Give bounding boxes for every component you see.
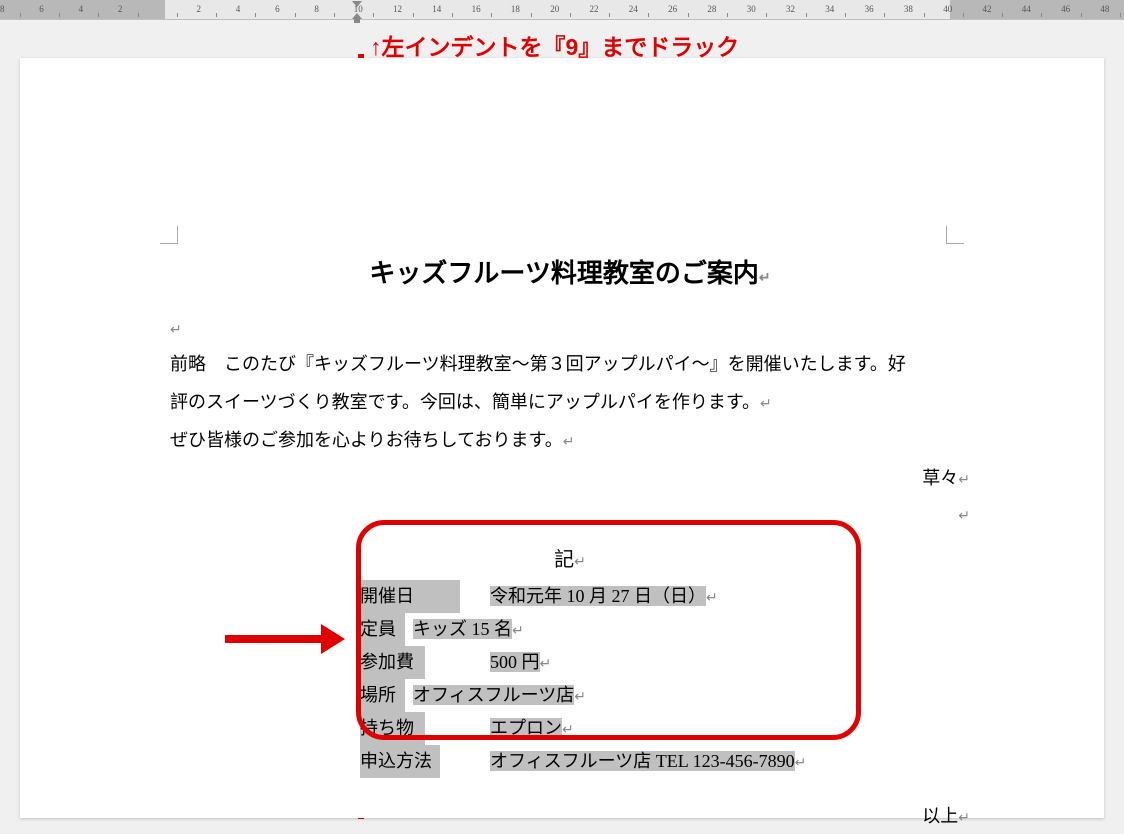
- ruler-tick: [609, 13, 610, 17]
- ruler-number: 8: [314, 4, 319, 14]
- ruler-tick: [1002, 13, 1003, 17]
- margin-corner-tr: [946, 226, 964, 244]
- ruler-tick: [373, 13, 374, 17]
- ruler-number: 16: [472, 4, 481, 14]
- ruler-tick: [295, 13, 296, 17]
- left-indent-icon[interactable]: [354, 19, 360, 23]
- ruler-number: 6: [39, 4, 44, 14]
- ruler-number: 42: [983, 4, 992, 14]
- ruler-number: 20: [550, 4, 559, 14]
- ruler-number: 24: [629, 4, 638, 14]
- instruction-annotation: ↑左インデントを『9』までドラック: [370, 28, 739, 62]
- body-line-2[interactable]: 評のスイーツづくり教室です。今回は、簡単にアップルパイを作ります。↵: [170, 384, 970, 420]
- empty-line-2[interactable]: ↵: [170, 496, 970, 522]
- ruler-tick: [334, 13, 335, 17]
- highlight-arrow: [225, 628, 345, 648]
- detail-row-fee[interactable]: 参加費500 円↵: [360, 646, 970, 679]
- ruler-number: 34: [825, 4, 834, 14]
- detail-row-application[interactable]: 申込方法オフィスフルーツ店 TEL 123-456-7890↵: [360, 745, 970, 778]
- ruler-tick: [727, 13, 728, 17]
- ruler-tick: [884, 13, 885, 17]
- body-line-3[interactable]: ぜひ皆様のご参加を心よりお待ちしております。↵: [170, 422, 970, 458]
- ki-heading[interactable]: 記↵: [170, 540, 970, 580]
- ruler-tick: [924, 13, 925, 17]
- ruler-number: 40: [943, 4, 952, 14]
- ruler-tick: [216, 13, 217, 17]
- ruler-number: 2: [118, 4, 123, 14]
- ruler-tick: [138, 13, 139, 17]
- ruler-tick: [1120, 13, 1121, 17]
- document-title[interactable]: キッズフルーツ料理教室のご案内↵: [170, 248, 970, 300]
- ruler-margin-right: [950, 0, 1124, 19]
- ruler-number: 12: [393, 4, 402, 14]
- detail-row-capacity[interactable]: 定員キッズ 15 名↵: [360, 613, 970, 646]
- ruler-tick: [59, 13, 60, 17]
- ruler-number: 2: [197, 4, 202, 14]
- horizontal-ruler[interactable]: 8642246810121416182022242628303234363840…: [0, 0, 1124, 20]
- ruler-tick: [98, 13, 99, 17]
- ruler-number: 44: [1022, 4, 1031, 14]
- ruler-tick: [963, 13, 964, 17]
- ruler-number: 6: [275, 4, 280, 14]
- ruler-tick: [766, 13, 767, 17]
- ruler-number: 38: [904, 4, 913, 14]
- ruler-number: 14: [432, 4, 441, 14]
- ruler-number: 30: [747, 4, 756, 14]
- ruler-tick: [806, 13, 807, 17]
- ruler-number: 18: [511, 4, 520, 14]
- ruler-tick: [648, 13, 649, 17]
- ruler-tick: [255, 13, 256, 17]
- ruler-tick: [1081, 13, 1082, 17]
- ruler-number: 32: [786, 4, 795, 14]
- ijyou-line[interactable]: 以上↵: [170, 798, 970, 834]
- ruler-tick: [20, 13, 21, 17]
- ruler-number: 48: [1100, 4, 1109, 14]
- detail-row-belongings[interactable]: 持ち物エプロン↵: [360, 712, 970, 745]
- closing-line[interactable]: 草々↵: [170, 460, 970, 496]
- ruler-number: 22: [590, 4, 599, 14]
- ruler-tick: [491, 13, 492, 17]
- ruler-number: 4: [79, 4, 84, 14]
- body-line-1[interactable]: 前略 このたび『キッズフルーツ料理教室〜第３回アップルパイ〜』を開催いたします。…: [170, 346, 970, 382]
- document-content[interactable]: キッズフルーツ料理教室のご案内↵ ↵ 前略 このたび『キッズフルーツ料理教室〜第…: [170, 248, 970, 834]
- ruler-tick: [177, 13, 178, 17]
- ruler-tick: [1041, 13, 1042, 17]
- ruler-number: 10: [354, 4, 363, 14]
- ruler-tick: [570, 13, 571, 17]
- ruler-tick: [688, 13, 689, 17]
- ruler-number: 28: [707, 4, 716, 14]
- detail-row-place[interactable]: 場所オフィスフルーツ店↵: [360, 679, 970, 712]
- ruler-number: 46: [1061, 4, 1070, 14]
- detail-row-date[interactable]: 開催日令和元年 10 月 27 日（日）↵: [360, 580, 970, 613]
- ruler-number: 4: [236, 4, 241, 14]
- ruler-number: 8: [0, 4, 5, 14]
- ruler-tick: [845, 13, 846, 17]
- document-page[interactable]: キッズフルーツ料理教室のご案内↵ ↵ 前略 このたび『キッズフルーツ料理教室〜第…: [20, 58, 1104, 818]
- para-mark: ↵: [759, 271, 771, 286]
- margin-corner-tl: [160, 226, 178, 244]
- details-block[interactable]: 開催日令和元年 10 月 27 日（日）↵ 定員キッズ 15 名↵ 参加費500…: [360, 580, 970, 778]
- empty-line[interactable]: ↵: [170, 310, 970, 346]
- ruler-tick: [531, 13, 532, 17]
- ruler-tick: [413, 13, 414, 17]
- ruler-number: 36: [865, 4, 874, 14]
- ruler-tick: [452, 13, 453, 17]
- ruler-number: 26: [668, 4, 677, 14]
